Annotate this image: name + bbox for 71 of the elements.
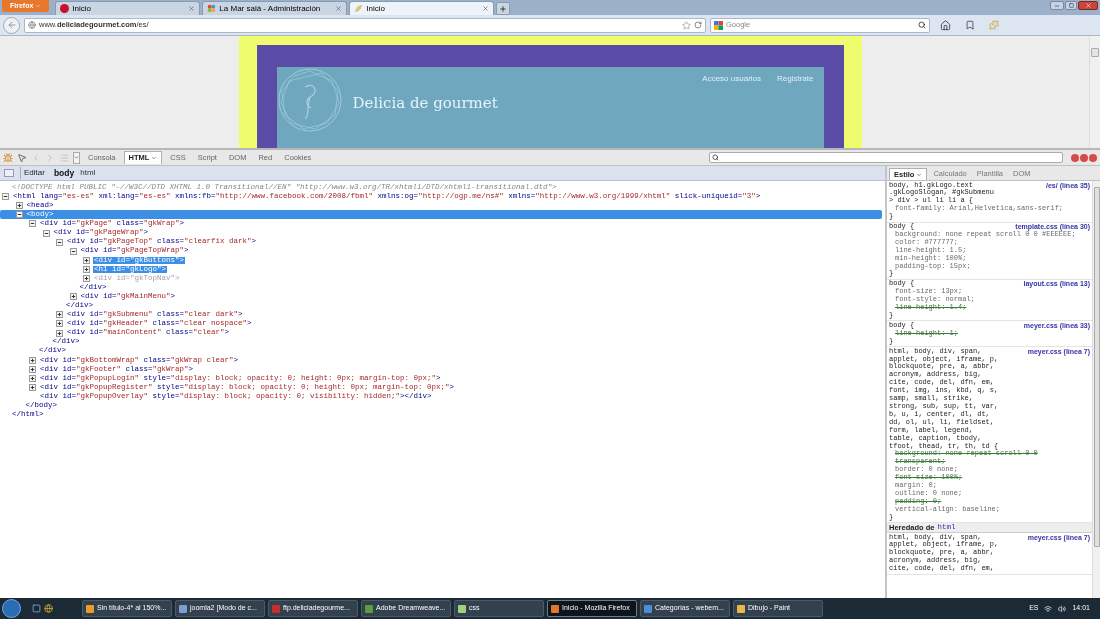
minimize-icon bbox=[1054, 2, 1060, 9]
collapse-icon[interactable] bbox=[56, 238, 63, 246]
collapse-icon[interactable] bbox=[2, 193, 9, 201]
reload-icon[interactable] bbox=[694, 21, 702, 29]
desktop-icon[interactable] bbox=[32, 604, 41, 613]
expand-icon[interactable] bbox=[56, 320, 63, 328]
bookmark-icon[interactable] bbox=[965, 20, 975, 30]
restore-button[interactable] bbox=[1065, 1, 1077, 10]
style-scrollbar[interactable] bbox=[1092, 181, 1100, 598]
search-icon[interactable] bbox=[918, 21, 926, 29]
collapse-icon[interactable] bbox=[42, 229, 50, 237]
breadcrumb-item[interactable]: body bbox=[53, 166, 75, 180]
start-button[interactable] bbox=[2, 599, 21, 618]
minimize-button[interactable] bbox=[1050, 1, 1064, 10]
back-arrow-icon bbox=[6, 20, 17, 30]
app-icon bbox=[458, 604, 466, 613]
close-window-button[interactable] bbox=[1078, 1, 1098, 10]
app-icon bbox=[272, 604, 280, 613]
google-icon[interactable] bbox=[714, 20, 723, 30]
collapse-icon[interactable] bbox=[29, 220, 36, 228]
expand-icon[interactable] bbox=[83, 265, 90, 273]
browser-tab[interactable]: Inicio bbox=[55, 1, 201, 15]
new-tab-button[interactable] bbox=[496, 2, 511, 15]
caret-icon bbox=[35, 3, 42, 9]
expand-icon[interactable] bbox=[15, 202, 23, 210]
inspect-icon[interactable] bbox=[17, 152, 27, 163]
app-icon bbox=[365, 604, 373, 613]
firebug-search-field[interactable] bbox=[709, 152, 1063, 163]
expand-icon[interactable] bbox=[56, 311, 63, 319]
edit-button[interactable]: Editar bbox=[20, 167, 48, 179]
app-icon bbox=[551, 604, 559, 613]
close-icon[interactable] bbox=[335, 5, 343, 12]
expand-icon[interactable] bbox=[69, 293, 77, 301]
home-icon[interactable] bbox=[940, 19, 951, 31]
w-logo-icon bbox=[60, 4, 70, 13]
app-icon bbox=[86, 604, 94, 613]
breadcrumb-item[interactable]: html bbox=[80, 167, 96, 179]
app-icon bbox=[737, 604, 745, 613]
close-icon bbox=[1084, 2, 1092, 9]
browser-tab[interactable]: La Mar salá - Administración bbox=[202, 1, 348, 15]
plus-icon bbox=[499, 4, 508, 13]
browser-icon[interactable] bbox=[44, 604, 53, 613]
app-icon bbox=[179, 604, 187, 613]
search-icon bbox=[712, 154, 719, 161]
page-scrollbar[interactable] bbox=[1089, 36, 1100, 148]
close-icon[interactable] bbox=[482, 5, 490, 12]
network-icon[interactable] bbox=[1044, 604, 1053, 613]
restore-icon bbox=[1068, 3, 1074, 8]
caret-icon bbox=[151, 155, 158, 161]
volume-icon[interactable] bbox=[1058, 604, 1067, 613]
globe-icon bbox=[28, 21, 36, 29]
split-icon[interactable] bbox=[4, 169, 14, 177]
star-icon[interactable] bbox=[682, 20, 691, 30]
collapse-icon[interactable] bbox=[15, 211, 23, 219]
caret-icon bbox=[74, 155, 79, 160]
collapse-icon[interactable] bbox=[69, 247, 77, 255]
site-title: Delicia de gourmet bbox=[352, 93, 498, 114]
close-icon[interactable] bbox=[188, 5, 196, 12]
expand-icon[interactable] bbox=[29, 384, 36, 392]
flower-icon bbox=[207, 4, 217, 13]
expand-icon[interactable] bbox=[83, 256, 90, 264]
expand-icon[interactable] bbox=[56, 329, 63, 337]
browser-tab[interactable]: Inicio bbox=[349, 1, 495, 15]
caret-icon bbox=[916, 171, 923, 178]
expand-icon[interactable] bbox=[29, 365, 36, 373]
app-icon bbox=[644, 604, 652, 613]
expand-icon[interactable] bbox=[29, 375, 36, 382]
leaf-icon bbox=[354, 4, 364, 13]
logo-icon bbox=[276, 67, 343, 133]
expand-icon[interactable] bbox=[29, 356, 36, 364]
expand-icon[interactable] bbox=[83, 275, 90, 282]
